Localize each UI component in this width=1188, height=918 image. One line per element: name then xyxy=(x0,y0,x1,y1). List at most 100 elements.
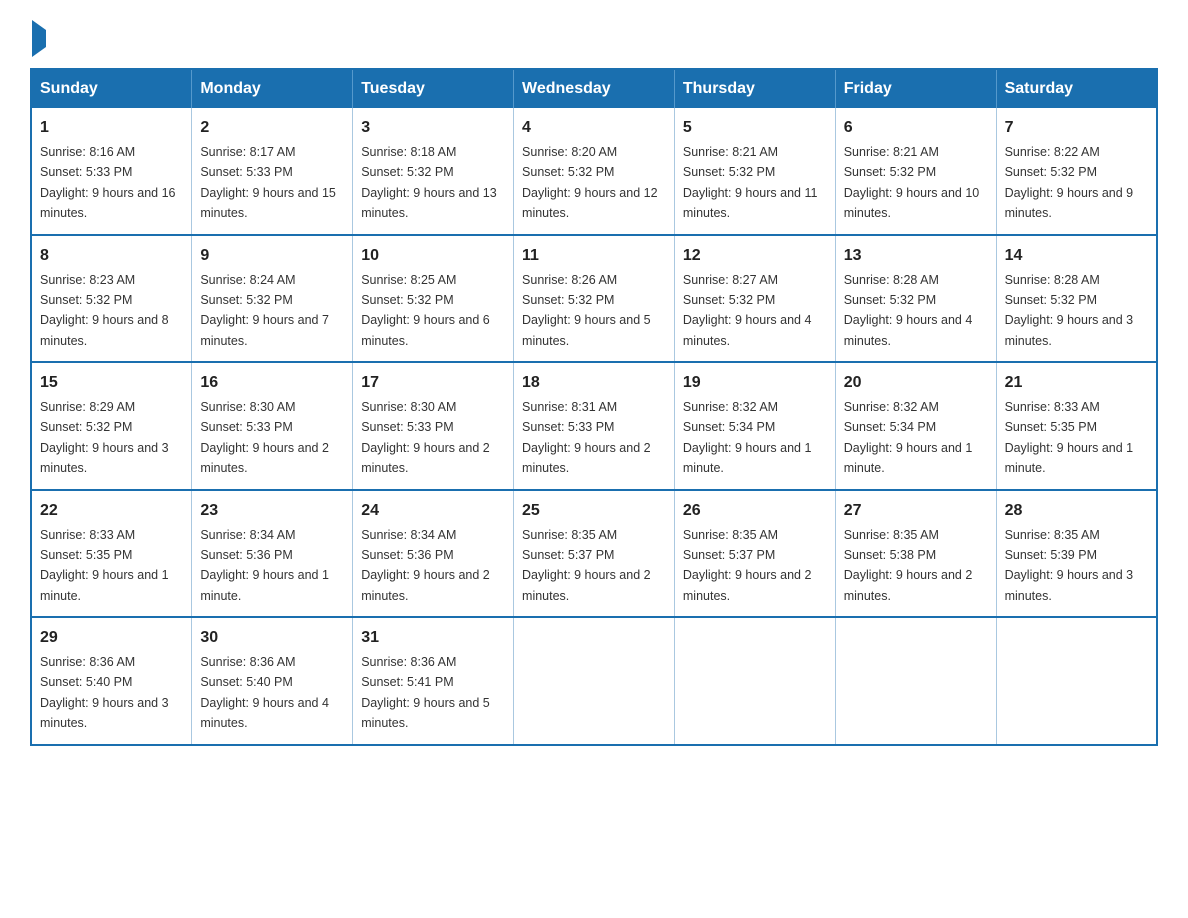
calendar-cell: 6 Sunrise: 8:21 AMSunset: 5:32 PMDayligh… xyxy=(835,108,996,235)
day-info: Sunrise: 8:35 AMSunset: 5:37 PMDaylight:… xyxy=(522,528,651,603)
day-number: 15 xyxy=(40,371,183,395)
day-info: Sunrise: 8:32 AMSunset: 5:34 PMDaylight:… xyxy=(683,400,812,475)
calendar-cell xyxy=(514,617,675,745)
calendar-cell: 1 Sunrise: 8:16 AMSunset: 5:33 PMDayligh… xyxy=(31,108,192,235)
calendar-body: 1 Sunrise: 8:16 AMSunset: 5:33 PMDayligh… xyxy=(31,108,1157,745)
day-info: Sunrise: 8:35 AMSunset: 5:38 PMDaylight:… xyxy=(844,528,973,603)
logo-arrow-icon xyxy=(32,20,46,57)
day-number: 14 xyxy=(1005,244,1148,268)
calendar-cell: 31 Sunrise: 8:36 AMSunset: 5:41 PMDaylig… xyxy=(353,617,514,745)
day-number: 10 xyxy=(361,244,505,268)
day-number: 5 xyxy=(683,116,827,140)
calendar-cell: 16 Sunrise: 8:30 AMSunset: 5:33 PMDaylig… xyxy=(192,362,353,490)
day-info: Sunrise: 8:26 AMSunset: 5:32 PMDaylight:… xyxy=(522,273,651,348)
calendar-cell xyxy=(835,617,996,745)
calendar-cell: 13 Sunrise: 8:28 AMSunset: 5:32 PMDaylig… xyxy=(835,235,996,363)
day-number: 25 xyxy=(522,499,666,523)
day-number: 27 xyxy=(844,499,988,523)
day-number: 30 xyxy=(200,626,344,650)
calendar-week-row: 1 Sunrise: 8:16 AMSunset: 5:33 PMDayligh… xyxy=(31,108,1157,235)
day-number: 28 xyxy=(1005,499,1148,523)
day-info: Sunrise: 8:30 AMSunset: 5:33 PMDaylight:… xyxy=(200,400,329,475)
day-number: 12 xyxy=(683,244,827,268)
calendar-cell: 29 Sunrise: 8:36 AMSunset: 5:40 PMDaylig… xyxy=(31,617,192,745)
calendar-week-row: 22 Sunrise: 8:33 AMSunset: 5:35 PMDaylig… xyxy=(31,490,1157,618)
day-number: 1 xyxy=(40,116,183,140)
calendar-cell: 14 Sunrise: 8:28 AMSunset: 5:32 PMDaylig… xyxy=(996,235,1157,363)
day-info: Sunrise: 8:27 AMSunset: 5:32 PMDaylight:… xyxy=(683,273,812,348)
col-header-sunday: Sunday xyxy=(31,69,192,108)
calendar-cell: 9 Sunrise: 8:24 AMSunset: 5:32 PMDayligh… xyxy=(192,235,353,363)
day-number: 24 xyxy=(361,499,505,523)
day-info: Sunrise: 8:25 AMSunset: 5:32 PMDaylight:… xyxy=(361,273,490,348)
day-number: 21 xyxy=(1005,371,1148,395)
day-info: Sunrise: 8:31 AMSunset: 5:33 PMDaylight:… xyxy=(522,400,651,475)
page-header xyxy=(30,20,1158,50)
day-info: Sunrise: 8:22 AMSunset: 5:32 PMDaylight:… xyxy=(1005,145,1134,220)
day-number: 6 xyxy=(844,116,988,140)
day-number: 16 xyxy=(200,371,344,395)
day-info: Sunrise: 8:36 AMSunset: 5:40 PMDaylight:… xyxy=(40,655,169,730)
day-number: 18 xyxy=(522,371,666,395)
day-info: Sunrise: 8:32 AMSunset: 5:34 PMDaylight:… xyxy=(844,400,973,475)
calendar-cell: 17 Sunrise: 8:30 AMSunset: 5:33 PMDaylig… xyxy=(353,362,514,490)
calendar-cell: 3 Sunrise: 8:18 AMSunset: 5:32 PMDayligh… xyxy=(353,108,514,235)
calendar-cell: 23 Sunrise: 8:34 AMSunset: 5:36 PMDaylig… xyxy=(192,490,353,618)
day-number: 7 xyxy=(1005,116,1148,140)
col-header-wednesday: Wednesday xyxy=(514,69,675,108)
day-info: Sunrise: 8:21 AMSunset: 5:32 PMDaylight:… xyxy=(844,145,980,220)
calendar-cell: 28 Sunrise: 8:35 AMSunset: 5:39 PMDaylig… xyxy=(996,490,1157,618)
calendar-cell: 26 Sunrise: 8:35 AMSunset: 5:37 PMDaylig… xyxy=(674,490,835,618)
day-info: Sunrise: 8:35 AMSunset: 5:39 PMDaylight:… xyxy=(1005,528,1134,603)
day-number: 29 xyxy=(40,626,183,650)
day-info: Sunrise: 8:29 AMSunset: 5:32 PMDaylight:… xyxy=(40,400,169,475)
day-info: Sunrise: 8:16 AMSunset: 5:33 PMDaylight:… xyxy=(40,145,176,220)
day-info: Sunrise: 8:34 AMSunset: 5:36 PMDaylight:… xyxy=(200,528,329,603)
calendar-cell: 30 Sunrise: 8:36 AMSunset: 5:40 PMDaylig… xyxy=(192,617,353,745)
calendar-table: SundayMondayTuesdayWednesdayThursdayFrid… xyxy=(30,68,1158,746)
logo xyxy=(30,20,46,50)
calendar-cell: 12 Sunrise: 8:27 AMSunset: 5:32 PMDaylig… xyxy=(674,235,835,363)
day-info: Sunrise: 8:24 AMSunset: 5:32 PMDaylight:… xyxy=(200,273,329,348)
day-info: Sunrise: 8:34 AMSunset: 5:36 PMDaylight:… xyxy=(361,528,490,603)
day-number: 9 xyxy=(200,244,344,268)
day-info: Sunrise: 8:33 AMSunset: 5:35 PMDaylight:… xyxy=(40,528,169,603)
calendar-week-row: 29 Sunrise: 8:36 AMSunset: 5:40 PMDaylig… xyxy=(31,617,1157,745)
day-info: Sunrise: 8:36 AMSunset: 5:41 PMDaylight:… xyxy=(361,655,490,730)
day-number: 2 xyxy=(200,116,344,140)
day-number: 19 xyxy=(683,371,827,395)
calendar-cell: 27 Sunrise: 8:35 AMSunset: 5:38 PMDaylig… xyxy=(835,490,996,618)
col-header-tuesday: Tuesday xyxy=(353,69,514,108)
day-info: Sunrise: 8:28 AMSunset: 5:32 PMDaylight:… xyxy=(1005,273,1134,348)
day-info: Sunrise: 8:36 AMSunset: 5:40 PMDaylight:… xyxy=(200,655,329,730)
day-number: 23 xyxy=(200,499,344,523)
calendar-cell: 18 Sunrise: 8:31 AMSunset: 5:33 PMDaylig… xyxy=(514,362,675,490)
day-info: Sunrise: 8:35 AMSunset: 5:37 PMDaylight:… xyxy=(683,528,812,603)
day-number: 26 xyxy=(683,499,827,523)
day-number: 4 xyxy=(522,116,666,140)
calendar-cell: 11 Sunrise: 8:26 AMSunset: 5:32 PMDaylig… xyxy=(514,235,675,363)
day-number: 11 xyxy=(522,244,666,268)
calendar-cell: 19 Sunrise: 8:32 AMSunset: 5:34 PMDaylig… xyxy=(674,362,835,490)
calendar-cell: 22 Sunrise: 8:33 AMSunset: 5:35 PMDaylig… xyxy=(31,490,192,618)
calendar-cell: 4 Sunrise: 8:20 AMSunset: 5:32 PMDayligh… xyxy=(514,108,675,235)
calendar-cell: 24 Sunrise: 8:34 AMSunset: 5:36 PMDaylig… xyxy=(353,490,514,618)
calendar-cell: 2 Sunrise: 8:17 AMSunset: 5:33 PMDayligh… xyxy=(192,108,353,235)
calendar-cell: 10 Sunrise: 8:25 AMSunset: 5:32 PMDaylig… xyxy=(353,235,514,363)
day-number: 31 xyxy=(361,626,505,650)
calendar-cell: 5 Sunrise: 8:21 AMSunset: 5:32 PMDayligh… xyxy=(674,108,835,235)
day-number: 20 xyxy=(844,371,988,395)
day-info: Sunrise: 8:17 AMSunset: 5:33 PMDaylight:… xyxy=(200,145,336,220)
day-info: Sunrise: 8:23 AMSunset: 5:32 PMDaylight:… xyxy=(40,273,169,348)
day-info: Sunrise: 8:33 AMSunset: 5:35 PMDaylight:… xyxy=(1005,400,1134,475)
col-header-friday: Friday xyxy=(835,69,996,108)
col-header-saturday: Saturday xyxy=(996,69,1157,108)
col-header-thursday: Thursday xyxy=(674,69,835,108)
calendar-week-row: 8 Sunrise: 8:23 AMSunset: 5:32 PMDayligh… xyxy=(31,235,1157,363)
calendar-cell: 8 Sunrise: 8:23 AMSunset: 5:32 PMDayligh… xyxy=(31,235,192,363)
day-number: 17 xyxy=(361,371,505,395)
calendar-cell xyxy=(996,617,1157,745)
day-info: Sunrise: 8:20 AMSunset: 5:32 PMDaylight:… xyxy=(522,145,658,220)
calendar-cell xyxy=(674,617,835,745)
calendar-cell: 21 Sunrise: 8:33 AMSunset: 5:35 PMDaylig… xyxy=(996,362,1157,490)
